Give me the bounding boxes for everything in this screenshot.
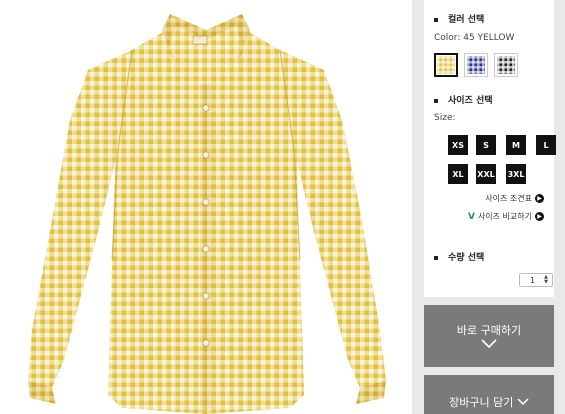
- swatch-navy[interactable]: [464, 53, 488, 77]
- size-s-button[interactable]: S: [476, 135, 496, 155]
- v-logo-icon: V: [467, 211, 475, 222]
- size-section-title: 사이즈 선택: [434, 93, 493, 106]
- swatch-black[interactable]: [494, 53, 518, 77]
- chevron-down-icon: [424, 338, 554, 352]
- size-m-button[interactable]: M: [506, 135, 526, 155]
- purchase-panel: 컬러 선택 Color: 45 YELLOW 사이즈 선택 Size: XS S…: [412, 0, 565, 414]
- add-to-cart-row: 장바구니 담기: [424, 394, 554, 410]
- shirt-illustration: [28, 14, 386, 414]
- quantity-title-text: 수량 선택: [448, 253, 485, 263]
- size-compare-text: 사이즈 비교하기: [477, 212, 532, 221]
- bullet-icon: [434, 255, 438, 260]
- size-chart-text: 사이즈 조견표: [485, 194, 532, 203]
- chevron-down-icon: [517, 398, 529, 406]
- bullet-icon: [434, 98, 438, 103]
- size-xl-button[interactable]: XL: [448, 164, 468, 184]
- chevron-right-icon: ▶: [535, 194, 544, 203]
- add-to-cart-button[interactable]: 장바구니 담기: [424, 375, 554, 414]
- add-to-cart-label: 장바구니 담기: [449, 396, 514, 409]
- size-title-text: 사이즈 선택: [448, 96, 493, 106]
- options-box: 컬러 선택 Color: 45 YELLOW 사이즈 선택 Size: XS S…: [424, 0, 556, 297]
- spinner-icon: ▲ ▼: [544, 274, 548, 285]
- color-title-text: 컬러 선택: [448, 15, 485, 25]
- buy-now-label: 바로 구매하기: [456, 324, 522, 337]
- bullet-icon: [434, 17, 438, 22]
- size-compare-link[interactable]: V 사이즈 비교하기 ▶: [468, 211, 544, 222]
- quantity-section-title: 수량 선택: [434, 250, 484, 263]
- size-xxl-button[interactable]: XXL: [476, 164, 496, 184]
- quantity-select[interactable]: 1 ▲ ▼: [519, 273, 553, 287]
- product-image: [0, 0, 412, 414]
- size-label: Size:: [434, 113, 456, 123]
- size-chart-link[interactable]: 사이즈 조견표 ▶: [485, 193, 544, 204]
- buy-now-button[interactable]: 바로 구매하기: [424, 305, 554, 367]
- color-current-label: Color: 45 YELLOW: [434, 33, 515, 43]
- size-3xl-button[interactable]: 3XL: [506, 164, 526, 184]
- quantity-value: 1: [530, 275, 536, 285]
- chevron-right-icon: ▶: [535, 212, 544, 221]
- color-section-title: 컬러 선택: [434, 12, 484, 25]
- size-xs-button[interactable]: XS: [448, 135, 468, 155]
- size-l-button[interactable]: L: [536, 135, 556, 155]
- swatch-yellow[interactable]: [434, 53, 458, 77]
